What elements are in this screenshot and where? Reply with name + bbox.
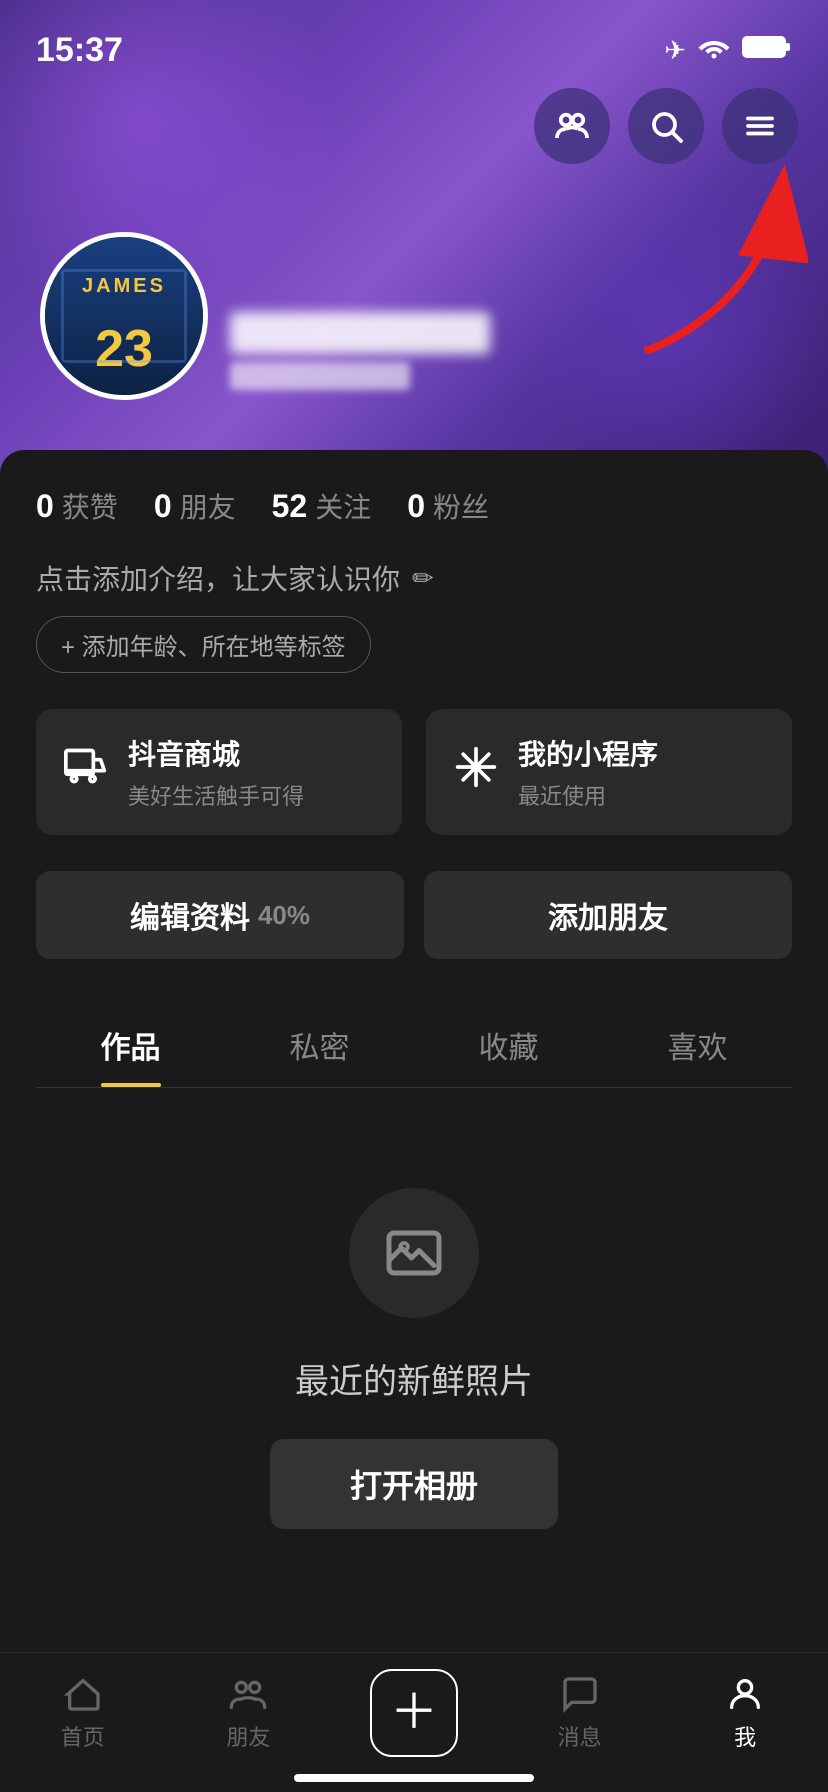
stat-fans[interactable]: 0 粉丝 bbox=[407, 486, 489, 526]
wifi-icon bbox=[698, 35, 730, 66]
open-album-button[interactable]: 打开相册 bbox=[270, 1439, 558, 1529]
home-icon bbox=[63, 1674, 103, 1714]
avatar-image: JAMES 23 bbox=[45, 237, 203, 395]
nav-me[interactable]: 我 bbox=[662, 1674, 828, 1752]
nav-plus-icon: ＋ bbox=[390, 1689, 438, 1737]
friends-count: 0 bbox=[154, 488, 172, 525]
stat-likes[interactable]: 0 获赞 bbox=[36, 486, 118, 526]
top-action-buttons bbox=[534, 88, 798, 164]
add-tags-button[interactable]: + 添加年龄、所在地等标签 bbox=[36, 616, 371, 673]
miniprogram-card[interactable]: 我的小程序 最近使用 bbox=[426, 709, 792, 835]
status-icons: ✈ bbox=[664, 34, 792, 67]
miniprogram-sub: 最近使用 bbox=[518, 779, 658, 811]
fans-label: 粉丝 bbox=[433, 486, 489, 526]
following-count: 52 bbox=[272, 488, 308, 525]
nav-create[interactable]: ＋ bbox=[331, 1669, 497, 1757]
nav-me-label: 我 bbox=[734, 1720, 756, 1752]
nav-friends-label: 朋友 bbox=[226, 1720, 270, 1752]
message-icon bbox=[560, 1674, 600, 1714]
feature-cards-row: 抖音商城 美好生活触手可得 我的小程序 最近使用 bbox=[36, 709, 792, 835]
username-blur bbox=[230, 312, 490, 354]
friends-button[interactable] bbox=[534, 88, 610, 164]
add-friend-label: 添加朋友 bbox=[548, 893, 668, 937]
nav-messages[interactable]: 消息 bbox=[497, 1674, 663, 1752]
profile-tabs: 作品 私密 收藏 喜欢 bbox=[36, 999, 792, 1088]
status-time: 15:37 bbox=[36, 31, 123, 70]
empty-title: 最近的新鲜照片 bbox=[295, 1354, 533, 1403]
empty-state: 最近的新鲜照片 打开相册 bbox=[36, 1088, 792, 1589]
miniprogram-title: 我的小程序 bbox=[518, 733, 658, 773]
edit-profile-progress: 40% bbox=[258, 900, 310, 931]
friends-label: 朋友 bbox=[180, 486, 236, 526]
following-label: 关注 bbox=[315, 486, 371, 526]
tab-private[interactable]: 私密 bbox=[225, 999, 414, 1087]
edit-profile-button[interactable]: 编辑资料 40% bbox=[36, 871, 404, 959]
nav-me-icon bbox=[725, 1674, 765, 1714]
nav-friends[interactable]: 朋友 bbox=[166, 1674, 332, 1752]
profile-header: 15:37 ✈ bbox=[0, 0, 828, 480]
profile-action-row: 编辑资料 40% 添加朋友 bbox=[36, 871, 792, 959]
fans-count: 0 bbox=[407, 488, 425, 525]
stat-following[interactable]: 52 关注 bbox=[272, 486, 372, 526]
home-indicator bbox=[294, 1774, 534, 1782]
tab-collection[interactable]: 收藏 bbox=[414, 999, 603, 1087]
add-friend-button[interactable]: 添加朋友 bbox=[424, 871, 792, 959]
edit-profile-label: 编辑资料 bbox=[130, 893, 250, 937]
tags-row: + 添加年龄、所在地等标签 bbox=[36, 616, 792, 673]
airplane-icon: ✈ bbox=[664, 35, 686, 66]
douyin-shop-card[interactable]: 抖音商城 美好生活触手可得 bbox=[36, 709, 402, 835]
shop-sub: 美好生活触手可得 bbox=[128, 779, 304, 811]
shop-icon bbox=[64, 745, 108, 800]
battery-icon bbox=[742, 34, 792, 67]
search-button[interactable] bbox=[628, 88, 704, 164]
bottom-nav: 首页 朋友 ＋ 消息 我 bbox=[0, 1652, 828, 1792]
nav-home[interactable]: 首页 bbox=[0, 1674, 166, 1752]
empty-icon-wrap bbox=[349, 1188, 479, 1318]
nav-home-label: 首页 bbox=[61, 1720, 105, 1752]
profile-body: 0 获赞 0 朋友 52 关注 0 粉丝 点击添加介绍，让大家认识你 ✏ + 添… bbox=[0, 450, 828, 1792]
stat-friends[interactable]: 0 朋友 bbox=[154, 486, 236, 526]
avatar: JAMES 23 bbox=[40, 232, 208, 400]
bio-text: 点击添加介绍，让大家认识你 bbox=[36, 558, 400, 598]
miniprogram-info: 我的小程序 最近使用 bbox=[518, 733, 658, 811]
tab-likes[interactable]: 喜欢 bbox=[603, 999, 792, 1087]
shop-info: 抖音商城 美好生活触手可得 bbox=[128, 733, 304, 811]
nav-messages-label: 消息 bbox=[558, 1720, 602, 1752]
nav-friends-icon bbox=[228, 1674, 268, 1714]
menu-button[interactable] bbox=[722, 88, 798, 164]
nav-plus-button[interactable]: ＋ bbox=[370, 1669, 458, 1757]
bio-row[interactable]: 点击添加介绍，让大家认识你 ✏ bbox=[36, 558, 792, 598]
shop-title: 抖音商城 bbox=[128, 733, 304, 773]
likes-count: 0 bbox=[36, 488, 54, 525]
photo-icon bbox=[384, 1223, 444, 1283]
username-area bbox=[230, 312, 798, 390]
stats-row: 0 获赞 0 朋友 52 关注 0 粉丝 bbox=[36, 486, 792, 526]
miniprogram-icon bbox=[454, 745, 498, 800]
status-bar: 15:37 ✈ bbox=[0, 0, 828, 80]
avatar-wrapper: JAMES 23 bbox=[40, 232, 208, 400]
user-sub-blur bbox=[230, 362, 410, 390]
edit-bio-icon[interactable]: ✏ bbox=[412, 563, 434, 594]
tab-works[interactable]: 作品 bbox=[36, 999, 225, 1087]
likes-label: 获赞 bbox=[62, 486, 118, 526]
add-tags-label: + 添加年龄、所在地等标签 bbox=[61, 627, 346, 662]
